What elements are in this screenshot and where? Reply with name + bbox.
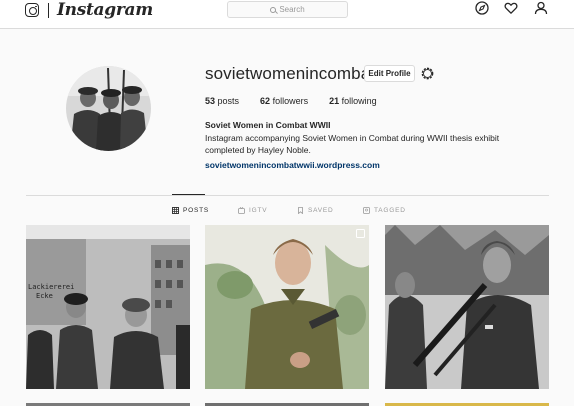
profile-bio: Instagram accompanying Soviet Women in C…	[205, 132, 525, 156]
tab-saved-label: SAVED	[308, 207, 334, 214]
grid-icon	[172, 207, 179, 214]
instagram-camera-icon[interactable]	[25, 3, 39, 17]
search-icon	[270, 6, 277, 13]
active-tab-indicator	[172, 194, 205, 195]
edit-profile-button[interactable]: Edit Profile	[364, 65, 415, 82]
heart-icon[interactable]	[504, 1, 518, 15]
tab-posts-label: POSTS	[183, 207, 210, 214]
instagram-wordmark[interactable]: Instagram	[57, 0, 153, 20]
followers-label: followers	[272, 96, 309, 106]
logo-separator	[48, 3, 49, 18]
top-navigation-bar: Instagram Search	[0, 0, 574, 29]
photo-sign-word: Lackiererei	[28, 283, 75, 291]
tag-icon	[363, 207, 370, 214]
tab-saved[interactable]: SAVED	[297, 207, 334, 214]
following-count: 21	[329, 96, 340, 106]
followers-count: 62	[260, 96, 271, 106]
following-label: following	[341, 96, 377, 106]
tv-icon	[238, 207, 245, 214]
tab-tagged[interactable]: TAGGED	[363, 207, 406, 214]
tab-tagged-label: TAGGED	[374, 207, 406, 214]
post-thumbnail-1[interactable]: Lackiererei Ecke	[26, 225, 190, 389]
followers-stat[interactable]: 62 followers	[260, 96, 308, 106]
post-thumbnail-2[interactable]	[205, 225, 369, 389]
multiple-photos-icon	[356, 229, 365, 238]
search-placeholder: Search	[279, 5, 305, 14]
profile-stats: 53 posts 62 followers 21 following	[205, 96, 377, 106]
photo-sign-text: Lackiererei Ecke	[28, 283, 74, 301]
photo-sign-word: Ecke	[36, 292, 53, 300]
profile-avatar[interactable]	[66, 66, 151, 151]
profile-username: sovietwomenincombat	[205, 64, 376, 83]
profile-icon[interactable]	[534, 1, 548, 15]
tab-igtv-label: IGTV	[249, 207, 268, 214]
settings-gear-icon[interactable]	[420, 66, 435, 81]
photo-sign-line: Lackiererei Ecke	[28, 283, 74, 301]
bio-line-2: completed by Hayley Noble.	[205, 145, 311, 155]
bookmark-icon	[298, 207, 303, 214]
tab-igtv[interactable]: IGTV	[238, 207, 267, 214]
search-input[interactable]: Search	[227, 1, 348, 18]
tab-posts[interactable]: POSTS	[172, 207, 209, 214]
tabs-divider	[26, 195, 549, 196]
profile-website-link[interactable]: sovietwomenincombatwwii.wordpress.com	[205, 160, 380, 170]
post-thumbnail-3[interactable]	[385, 225, 549, 389]
compass-icon[interactable]	[475, 1, 489, 15]
profile-full-name: Soviet Women in Combat WWII	[205, 120, 331, 130]
posts-label: posts	[217, 96, 240, 106]
posts-stat[interactable]: 53 posts	[205, 96, 239, 106]
bio-line-1: Instagram accompanying Soviet Women in C…	[205, 133, 500, 143]
posts-count: 53	[205, 96, 216, 106]
following-stat[interactable]: 21 following	[329, 96, 377, 106]
